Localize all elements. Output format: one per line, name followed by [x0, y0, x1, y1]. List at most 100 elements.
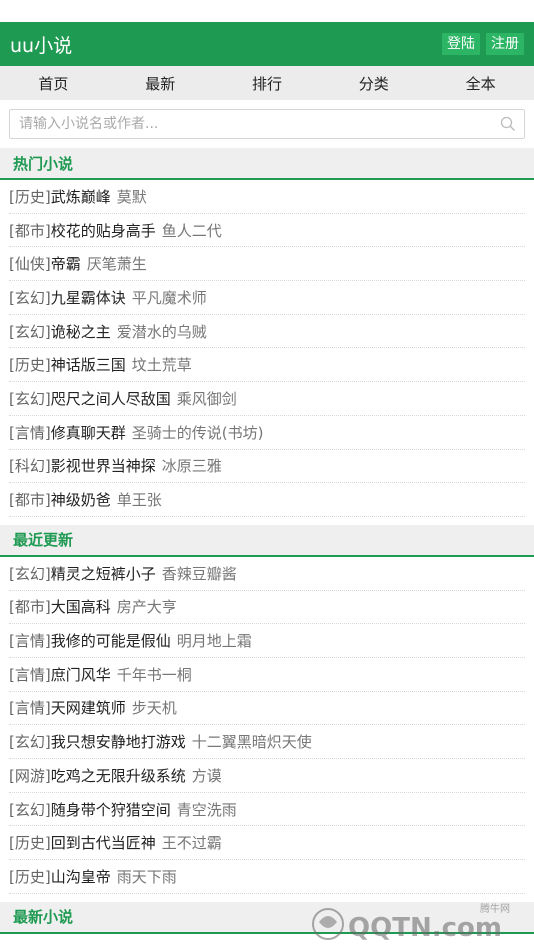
list-item[interactable]: [言情] 修真聊天群 圣骑士的传说(书坊) [9, 416, 525, 450]
author-name[interactable]: 爱潜水的乌贼 [117, 321, 207, 342]
category-tag: [言情] [9, 699, 51, 718]
novel-title[interactable]: 九星霸体诀 [51, 287, 126, 308]
category-tag: [历史] [9, 187, 51, 206]
list-item[interactable]: [仙侠] 帝霸 厌笔萧生 [9, 247, 525, 282]
list-item[interactable]: [言情] 庶门风华 千年书一桐 [9, 658, 525, 692]
category-tag: [玄幻] [9, 564, 51, 583]
author-name[interactable]: 厌笔萧生 [87, 253, 147, 274]
author-name[interactable]: 莫默 [117, 186, 147, 207]
list-item[interactable]: [历史] 神话版三国 坟土荒草 [9, 348, 525, 383]
novel-title[interactable]: 修真聊天群 [51, 422, 126, 443]
list-item[interactable]: [玄幻] 随身带个狩猎空间 青空洗雨 [9, 793, 525, 827]
novel-title[interactable]: 精灵之短裤小子 [51, 563, 156, 584]
author-name[interactable]: 冰原三雅 [162, 455, 222, 476]
author-name[interactable]: 圣骑士的传说(书坊) [132, 422, 264, 443]
section-hot-title: 热门小说 [0, 148, 534, 180]
login-button[interactable]: 登陆 [442, 33, 480, 55]
list-item[interactable]: [玄幻] 诡秘之主 爱潜水的乌贼 [9, 315, 525, 349]
search-icon[interactable] [498, 114, 518, 134]
category-tag: [都市] [9, 491, 51, 510]
category-tag: [仙侠] [9, 255, 51, 274]
novel-title[interactable]: 咫尺之间人尽敌国 [51, 388, 171, 409]
author-name[interactable]: 明月地上霜 [177, 630, 252, 651]
list-item[interactable]: [都市] 大国高科 房产大亨 [9, 591, 525, 625]
novel-title[interactable]: 大国高科 [51, 596, 111, 617]
author-name[interactable]: 十二翼黑暗炽天使 [192, 731, 312, 752]
author-name[interactable]: 坟土荒草 [132, 354, 192, 375]
section-newest-title: 最新小说 [0, 901, 534, 934]
list-item[interactable]: [历史] 武炼巅峰 莫默 [9, 180, 525, 214]
author-name[interactable]: 乘风御剑 [177, 388, 237, 409]
novel-title[interactable]: 武炼巅峰 [51, 186, 111, 207]
novel-title[interactable]: 诡秘之主 [51, 321, 111, 342]
category-tag: [玄幻] [9, 800, 51, 819]
author-name[interactable]: 雨天下雨 [117, 866, 177, 887]
list-item[interactable]: [玄幻] 我只想安静地打游戏 十二翼黑暗炽天使 [9, 725, 525, 759]
list-item[interactable]: [科幻] 影视世界当神探 冰原三雅 [9, 450, 525, 484]
hot-list: [历史] 武炼巅峰 莫默 [都市] 校花的贴身高手 鱼人二代 [仙侠] 帝霸 厌笔萧生 [玄… [0, 180, 534, 517]
nav-complete[interactable]: 全本 [427, 73, 534, 94]
category-tag: [玄幻] [9, 389, 51, 408]
novel-title[interactable]: 天网建筑师 [51, 697, 126, 718]
category-tag: [科幻] [9, 457, 51, 476]
author-name[interactable]: 香辣豆瓣酱 [162, 563, 237, 584]
main-nav: 首页 最新 排行 分类 全本 [0, 66, 534, 100]
novel-title[interactable]: 我只想安静地打游戏 [51, 731, 186, 752]
register-button[interactable]: 注册 [486, 33, 524, 55]
author-name[interactable]: 青空洗雨 [177, 799, 237, 820]
app-header: uu小说 登陆 注册 [0, 22, 534, 66]
category-tag: [历史] [9, 867, 51, 886]
author-name[interactable]: 房产大亨 [117, 596, 177, 617]
author-name[interactable]: 千年书一桐 [117, 664, 192, 685]
nav-latest[interactable]: 最新 [107, 73, 214, 94]
list-item[interactable]: [都市] 神级奶爸 单王张 [9, 483, 525, 517]
category-tag: [玄幻] [9, 288, 51, 307]
category-tag: [言情] [9, 665, 51, 684]
novel-title[interactable]: 神级奶爸 [51, 489, 111, 510]
category-tag: [玄幻] [9, 322, 51, 341]
author-name[interactable]: 步天机 [132, 697, 177, 718]
header-actions: 登陆 注册 [442, 33, 524, 55]
list-item[interactable]: [历史] 回到古代当匠神 王不过霸 [9, 826, 525, 861]
novel-title[interactable]: 校花的贴身高手 [51, 220, 156, 241]
novel-title[interactable]: 我修的可能是假仙 [51, 630, 171, 651]
novel-title[interactable]: 神话版三国 [51, 354, 126, 375]
nav-home[interactable]: 首页 [0, 73, 107, 94]
list-item[interactable]: [历史] 山沟皇帝 雨天下雨 [9, 860, 525, 894]
list-item[interactable]: [都市] 校花的贴身高手 鱼人二代 [9, 214, 525, 248]
category-tag: [历史] [9, 356, 51, 375]
category-tag: [言情] [9, 632, 51, 651]
category-tag: [历史] [9, 834, 51, 853]
novel-title[interactable]: 影视世界当神探 [51, 455, 156, 476]
category-tag: [都市] [9, 598, 51, 617]
novel-title[interactable]: 随身带个狩猎空间 [51, 799, 171, 820]
author-name[interactable]: 平凡魔术师 [132, 287, 207, 308]
list-item[interactable]: [网游] 吃鸡之无限升级系统 方谟 [9, 759, 525, 793]
category-tag: [网游] [9, 766, 51, 785]
category-tag: [言情] [9, 423, 51, 442]
novel-title[interactable]: 吃鸡之无限升级系统 [51, 765, 186, 786]
list-item[interactable]: [玄幻] 精灵之短裤小子 香辣豆瓣酱 [9, 557, 525, 591]
search-bar [0, 100, 534, 148]
author-name[interactable]: 鱼人二代 [162, 220, 222, 241]
novel-title[interactable]: 山沟皇帝 [51, 866, 111, 887]
nav-category[interactable]: 分类 [320, 73, 427, 94]
category-tag: [玄幻] [9, 733, 51, 752]
novel-title[interactable]: 庶门风华 [51, 664, 111, 685]
nav-ranking[interactable]: 排行 [214, 73, 321, 94]
site-logo[interactable]: uu小说 [10, 31, 72, 58]
list-item[interactable]: [言情] 天网建筑师 步天机 [9, 692, 525, 726]
novel-title[interactable]: 帝霸 [51, 253, 81, 274]
author-name[interactable]: 单王张 [117, 489, 162, 510]
category-tag: [都市] [9, 221, 51, 240]
list-item[interactable]: [玄幻] 咫尺之间人尽敌国 乘风御剑 [9, 382, 525, 416]
search-input[interactable] [19, 116, 498, 132]
author-name[interactable]: 王不过霸 [162, 832, 222, 853]
author-name[interactable]: 方谟 [192, 765, 222, 786]
list-item[interactable]: [言情] 我修的可能是假仙 明月地上霜 [9, 624, 525, 658]
list-item[interactable]: [玄幻] 九星霸体诀 平凡魔术师 [9, 281, 525, 315]
novel-title[interactable]: 回到古代当匠神 [51, 832, 156, 853]
section-recent-title: 最近更新 [0, 524, 534, 557]
